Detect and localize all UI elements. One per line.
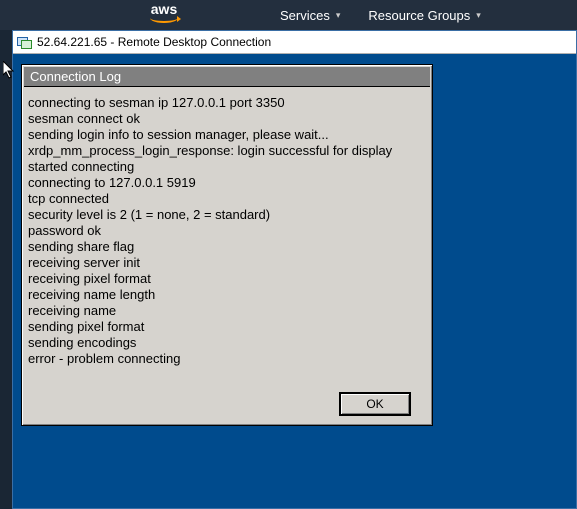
log-line: password ok xyxy=(28,223,426,239)
rdp-window: 52.64.221.65 - Remote Desktop Connection… xyxy=(12,30,577,509)
window-title: 52.64.221.65 - Remote Desktop Connection xyxy=(37,35,271,49)
log-line: connecting to sesman ip 127.0.0.1 port 3… xyxy=(28,95,426,111)
log-line: sending encodings xyxy=(28,335,426,351)
connection-log-dialog: Connection Log connecting to sesman ip 1… xyxy=(21,64,433,426)
chevron-down-icon: ▾ xyxy=(476,10,481,21)
chevron-down-icon: ▾ xyxy=(336,10,341,21)
aws-logo: aws xyxy=(150,0,178,23)
log-line: sesman connect ok xyxy=(28,111,426,127)
window-titlebar[interactable]: 52.64.221.65 - Remote Desktop Connection xyxy=(13,31,576,54)
remote-desktop-stage: Connection Log connecting to sesman ip 1… xyxy=(13,54,576,508)
ok-button[interactable]: OK xyxy=(340,393,410,415)
aws-menu-label: Services xyxy=(280,8,330,23)
log-line: tcp connected xyxy=(28,191,426,207)
aws-menu-resource-groups[interactable]: Resource Groups ▾ xyxy=(368,8,480,23)
log-line: security level is 2 (1 = none, 2 = stand… xyxy=(28,207,426,223)
dialog-title: Connection Log xyxy=(24,67,430,87)
log-line: sending share flag xyxy=(28,239,426,255)
rdp-icon xyxy=(17,35,31,49)
log-line: receiving name length xyxy=(28,287,426,303)
log-line: sending pixel format xyxy=(28,319,426,335)
log-line: connecting to 127.0.0.1 5919 xyxy=(28,175,426,191)
log-line: sending login info to session manager, p… xyxy=(28,127,426,143)
dialog-body: connecting to sesman ip 127.0.0.1 port 3… xyxy=(22,89,432,387)
aws-menu-label: Resource Groups xyxy=(368,8,470,23)
log-line: receiving pixel format xyxy=(28,271,426,287)
dialog-button-row: OK xyxy=(22,387,432,417)
aws-top-bar: aws Services ▾ Resource Groups ▾ xyxy=(0,0,577,30)
log-line: xrdp_mm_process_login_response: login su… xyxy=(28,143,426,159)
log-line: receiving server init xyxy=(28,255,426,271)
aws-menu-services[interactable]: Services ▾ xyxy=(280,8,340,23)
log-line: started connecting xyxy=(28,159,426,175)
log-line: error - problem connecting xyxy=(28,351,426,367)
aws-menu: Services ▾ Resource Groups ▾ xyxy=(280,0,481,30)
log-line: receiving name xyxy=(28,303,426,319)
aws-swoosh-icon xyxy=(150,13,178,23)
